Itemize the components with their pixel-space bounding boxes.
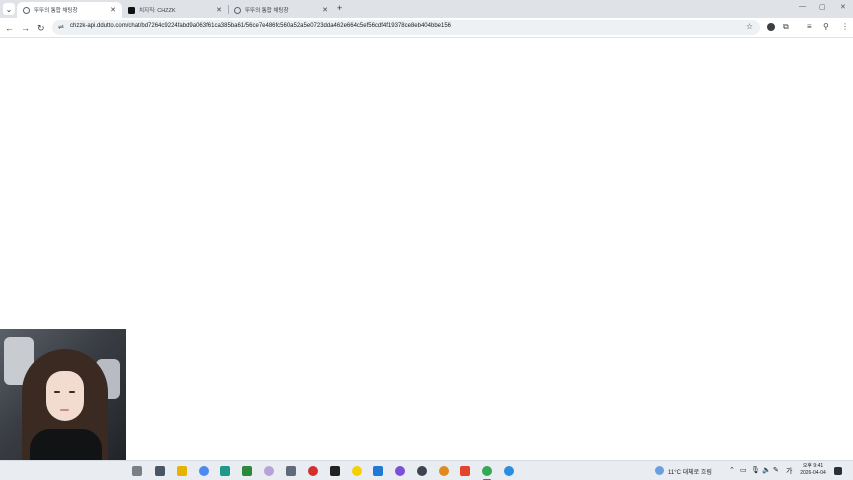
app-icon[interactable]	[395, 466, 405, 476]
battery-icon[interactable]: ▭	[740, 466, 747, 474]
maximize-icon[interactable]: ▢	[819, 3, 826, 11]
webcam-overlay	[0, 329, 126, 480]
close-icon[interactable]: ✕	[322, 6, 328, 14]
back-arrow-icon[interactable]: ←	[5, 22, 14, 34]
close-icon[interactable]: ✕	[110, 6, 116, 14]
app-icon[interactable]	[330, 466, 340, 476]
chrome-alt-icon[interactable]	[199, 466, 209, 476]
blender-icon[interactable]	[439, 466, 449, 476]
tab-label: 뚜뚜의 통합 채팅창	[245, 8, 289, 14]
address-bar[interactable]: ⇌ chzzk-api.ddutto.com/chat/bd7264c9224f…	[52, 20, 760, 35]
new-tab-plus-icon[interactable]: +	[337, 3, 342, 13]
taskbar: 11°C 대체로 흐림 ⌃ ▭ 🎙 🔈 ✎ 가 오후 9:41 2026-04-…	[0, 460, 853, 480]
reload-icon[interactable]: ↻	[37, 22, 45, 34]
weather-text[interactable]: 11°C 대체로 흐림	[668, 467, 712, 476]
forward-arrow-icon[interactable]: →	[21, 22, 30, 34]
person-mouth-image	[60, 409, 69, 411]
tab-active[interactable]: 뚜뚜의 통합 채팅창 ✕	[17, 2, 122, 18]
notification-icon[interactable]	[834, 467, 842, 475]
minimize-icon[interactable]: —	[799, 3, 806, 10]
menu-kebab-icon[interactable]: ⋮	[841, 22, 849, 31]
window-close-icon[interactable]: ✕	[840, 3, 846, 11]
screen: ⌄ 뚜뚜의 통합 채팅창 ✕ 치지직: CHZZK ✕ 뚜뚜의 통합 채팅창 ✕…	[0, 0, 853, 480]
file-explorer-icon[interactable]	[177, 466, 187, 476]
globe-icon	[234, 6, 241, 14]
app-icon[interactable]	[242, 466, 252, 476]
weather-cloud-icon[interactable]	[655, 466, 664, 475]
tab-label: 뚜뚜의 통합 채팅창	[34, 8, 78, 14]
bookmark-star-icon[interactable]: ☆	[746, 22, 753, 31]
profile-extension-icon[interactable]	[767, 23, 775, 31]
puzzle-extensions-icon[interactable]: ⧉	[783, 22, 789, 32]
tray-chevron-up-icon[interactable]: ⌃	[729, 466, 735, 474]
person-face-image	[46, 371, 84, 421]
widgets-icon[interactable]	[132, 466, 142, 476]
app-icon[interactable]	[264, 466, 274, 476]
kakaotalk-icon[interactable]	[352, 466, 362, 476]
brave-icon[interactable]	[460, 466, 470, 476]
tab-chat[interactable]: 뚜뚜의 통합 채팅창 ✕	[228, 2, 334, 18]
ime-indicator[interactable]: 가	[786, 466, 792, 476]
tab-search-chevron-icon[interactable]: ⌄	[3, 3, 15, 15]
tab-strip: ⌄ 뚜뚜의 통합 채팅창 ✕ 치지직: CHZZK ✕ 뚜뚜의 통합 채팅창 ✕…	[0, 0, 853, 18]
clock-time: 오후 9:41	[802, 463, 824, 469]
person-eye-image	[54, 391, 60, 393]
tab-chzzk[interactable]: 치지직: CHZZK ✕	[122, 2, 228, 18]
volume-icon[interactable]: 🔈	[762, 466, 771, 474]
clock-date: 2026-04-04	[800, 470, 826, 476]
search-icon[interactable]: ⚲	[823, 22, 829, 31]
url-text[interactable]: chzzk-api.ddutto.com/chat/bd7264c9224fab…	[70, 23, 451, 29]
app-icon[interactable]	[308, 466, 318, 476]
reading-list-icon[interactable]: ≡	[807, 22, 812, 31]
system-clock[interactable]: 오후 9:41 2026-04-04	[796, 463, 830, 477]
person-eye-image	[69, 391, 75, 393]
globe-icon	[23, 6, 30, 14]
chzzk-icon	[128, 6, 135, 14]
vscode-icon[interactable]	[373, 466, 383, 476]
task-view-icon[interactable]	[155, 466, 165, 476]
edge-icon[interactable]	[220, 466, 230, 476]
app-icon[interactable]	[504, 466, 514, 476]
app-icon[interactable]	[417, 466, 427, 476]
calculator-icon[interactable]	[286, 466, 296, 476]
chrome-icon[interactable]	[482, 466, 492, 476]
microphone-icon[interactable]: 🎙	[751, 466, 760, 474]
tab-label: 치지직: CHZZK	[139, 8, 176, 14]
browser-toolbar: ← → ↻ ⇌ chzzk-api.ddutto.com/chat/bd7264…	[0, 18, 853, 38]
pen-icon[interactable]: ✎	[773, 466, 779, 474]
site-info-icon[interactable]: ⇌	[58, 23, 64, 31]
close-icon[interactable]: ✕	[216, 6, 222, 14]
